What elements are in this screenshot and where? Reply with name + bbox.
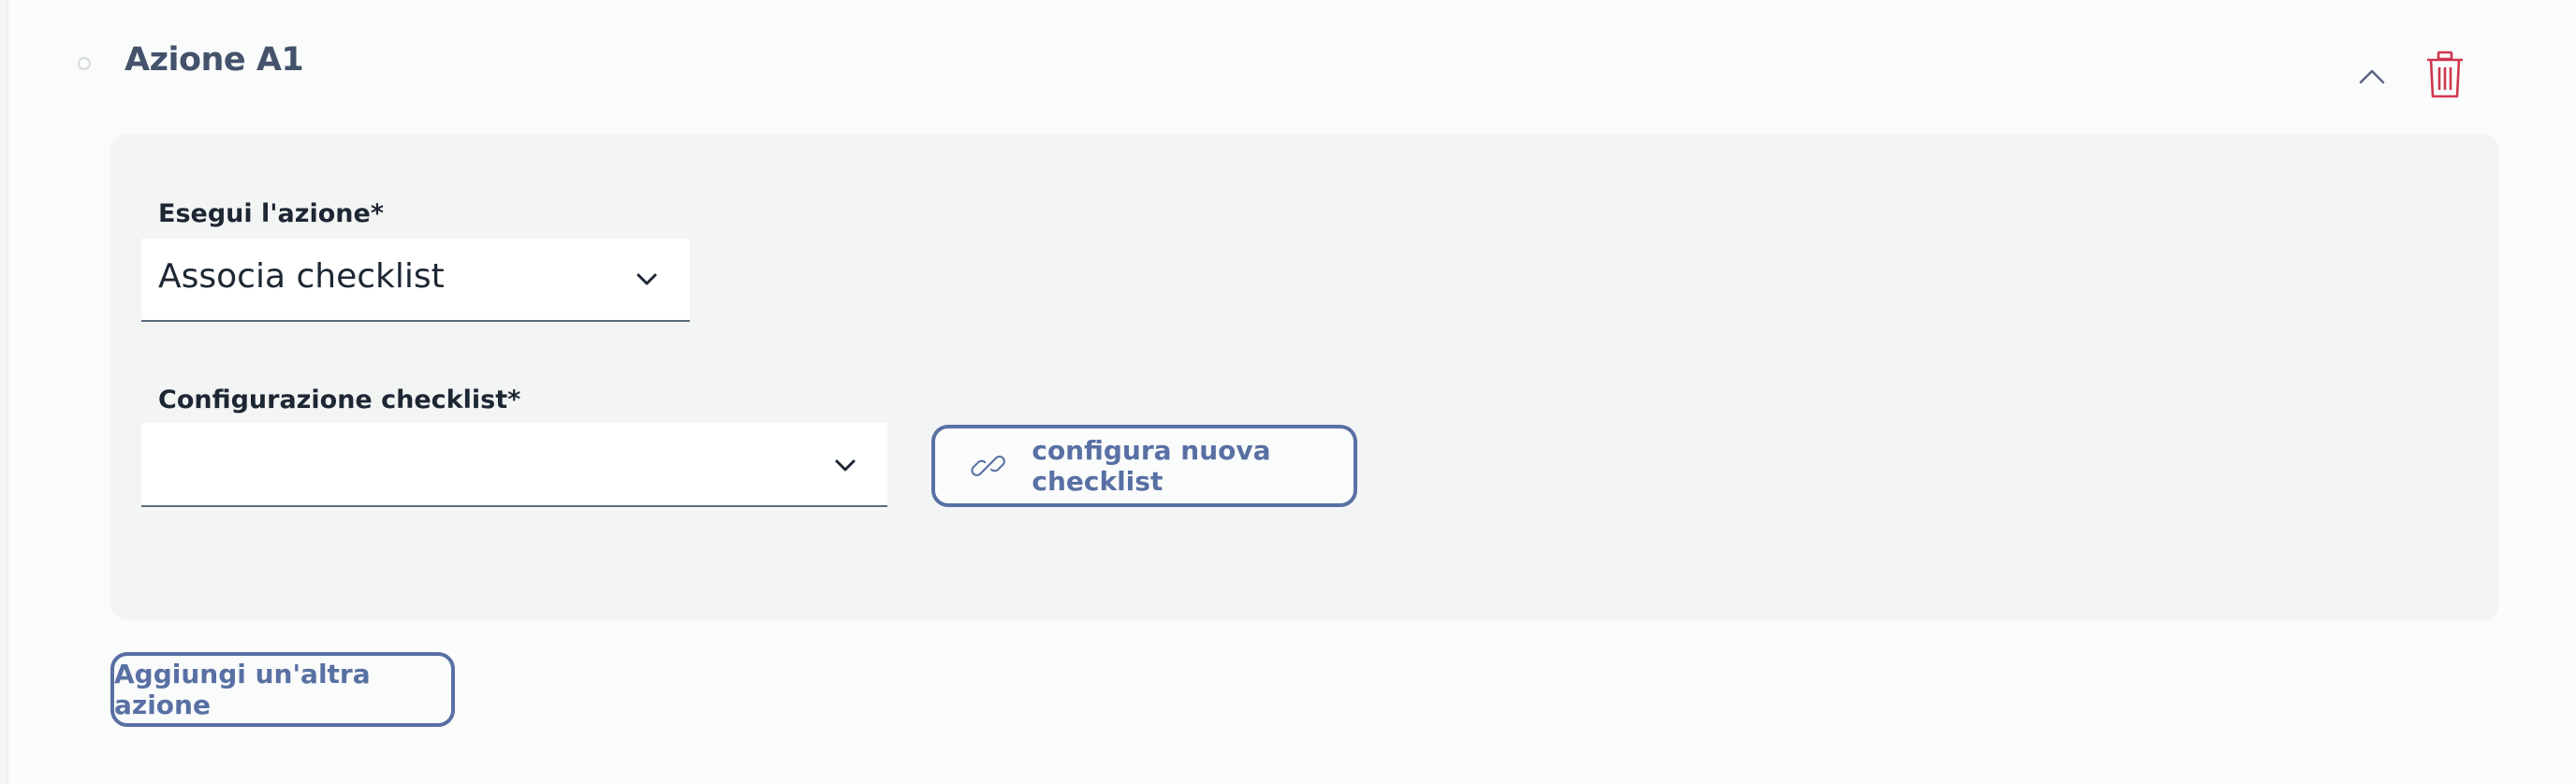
checklist-config-label: Configurazione checklist* bbox=[158, 385, 521, 414]
configure-button-label: configura nuova checklist bbox=[1032, 435, 1271, 497]
execute-action-value: Associa checklist bbox=[158, 257, 445, 296]
link-icon bbox=[971, 456, 1005, 476]
action-panel: Esegui l'azione* Associa checklist Confi… bbox=[110, 134, 2499, 620]
action-title: Azione A1 bbox=[124, 41, 304, 79]
checklist-config-select[interactable] bbox=[141, 423, 887, 507]
configure-new-checklist-button[interactable]: configura nuova checklist bbox=[931, 425, 1357, 507]
execute-action-label: Esegui l'azione* bbox=[158, 199, 384, 228]
chevron-down-icon bbox=[835, 459, 856, 472]
execute-action-select[interactable]: Associa checklist bbox=[141, 239, 690, 322]
chevron-up-icon[interactable] bbox=[2353, 58, 2391, 95]
add-another-action-button[interactable]: Aggiungi un'altra azione bbox=[110, 652, 455, 727]
add-action-button-label: Aggiungi un'altra azione bbox=[114, 659, 371, 720]
drag-handle-dot bbox=[78, 57, 91, 70]
trash-icon[interactable] bbox=[2424, 51, 2466, 99]
chevron-down-icon bbox=[637, 273, 657, 285]
left-edge-rule bbox=[0, 0, 8, 784]
